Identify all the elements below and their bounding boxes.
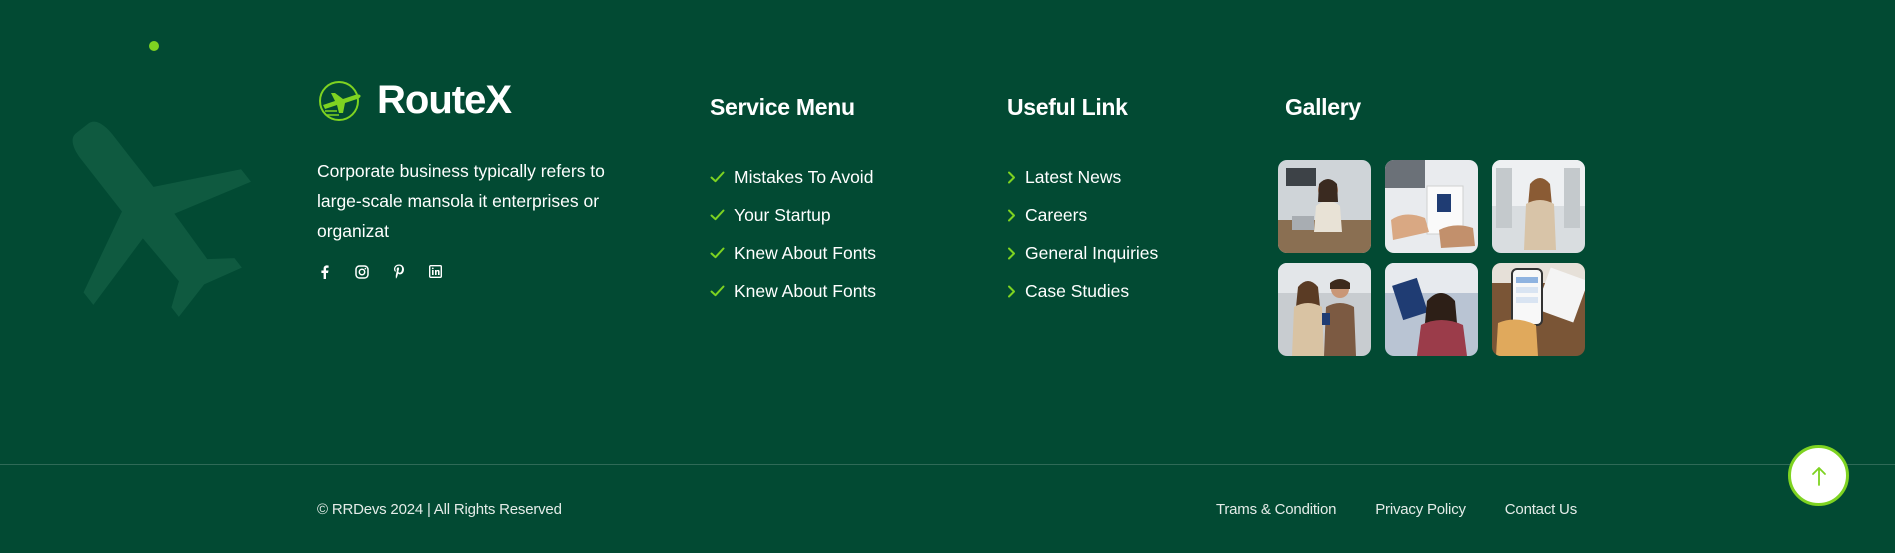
check-icon [710,247,725,259]
service-menu-label: Mistakes To Avoid [734,166,874,187]
decorative-dot [149,41,159,51]
service-menu-item[interactable]: Knew About Fonts [710,234,876,272]
service-menu-item[interactable]: Mistakes To Avoid [710,158,876,196]
copyright-text: © RRDevs 2024 | All Rights Reserved [317,501,562,518]
chevron-right-icon [1008,285,1015,297]
service-menu-label: Knew About Fonts [734,280,877,301]
useful-link-label: Case Studies [1025,280,1130,301]
useful-link-label: General Inquiries [1025,242,1159,263]
background-plane-icon [72,121,251,317]
gallery-image[interactable] [1385,160,1478,253]
privacy-policy-link[interactable]: Privacy Policy [1375,501,1466,518]
service-menu-item[interactable]: Your Startup [710,196,876,234]
footer-divider [0,464,1895,465]
gallery-image[interactable] [1385,263,1478,356]
arrow-up-icon [1811,466,1826,486]
plane-logo-icon [319,80,361,121]
gallery-grid [1278,160,1585,356]
check-icon [710,171,725,183]
check-icon [710,209,725,221]
chevron-right-icon [1008,209,1015,221]
brand-logo[interactable]: RouteX [317,78,512,123]
service-menu-label: Your Startup [734,204,831,225]
terms-link[interactable]: Trams & Condition [1216,501,1336,518]
check-icon [710,285,725,297]
useful-link-label: Careers [1025,204,1088,225]
contact-us-link[interactable]: Contact Us [1505,501,1577,518]
useful-link-list: Latest News Careers General Inquiries Ca… [1007,158,1158,310]
instagram-icon[interactable] [354,264,369,279]
useful-link-item[interactable]: Latest News [1007,158,1158,196]
gallery-image[interactable] [1278,160,1371,253]
facebook-icon[interactable] [317,264,332,279]
service-menu-list: Mistakes To Avoid Your Startup Knew Abou… [710,158,876,310]
gallery-title: Gallery [1285,94,1361,120]
about-text: Corporate business typically refers to l… [317,161,605,241]
gallery-image[interactable] [1492,160,1585,253]
useful-link-title: Useful Link [1007,94,1128,120]
linkedin-icon[interactable] [428,264,443,279]
useful-link-label: Latest News [1025,166,1122,187]
footer-bottom-links: Trams & Condition Privacy Policy Contact… [1216,501,1577,518]
useful-link-item[interactable]: Careers [1007,196,1158,234]
social-links [317,264,443,279]
service-menu-item[interactable]: Knew About Fonts [710,272,876,310]
chevron-right-icon [1008,171,1015,183]
brand-name: RouteX [377,78,512,122]
chevron-right-icon [1008,247,1015,259]
service-menu-title: Service Menu [710,94,855,120]
scroll-to-top-button[interactable] [1788,445,1849,506]
useful-link-item[interactable]: General Inquiries [1007,234,1158,272]
gallery-image[interactable] [1492,263,1585,356]
pinterest-icon[interactable] [391,264,406,279]
gallery-image[interactable] [1278,263,1371,356]
useful-link-item[interactable]: Case Studies [1007,272,1158,310]
service-menu-label: Knew About Fonts [734,242,877,263]
